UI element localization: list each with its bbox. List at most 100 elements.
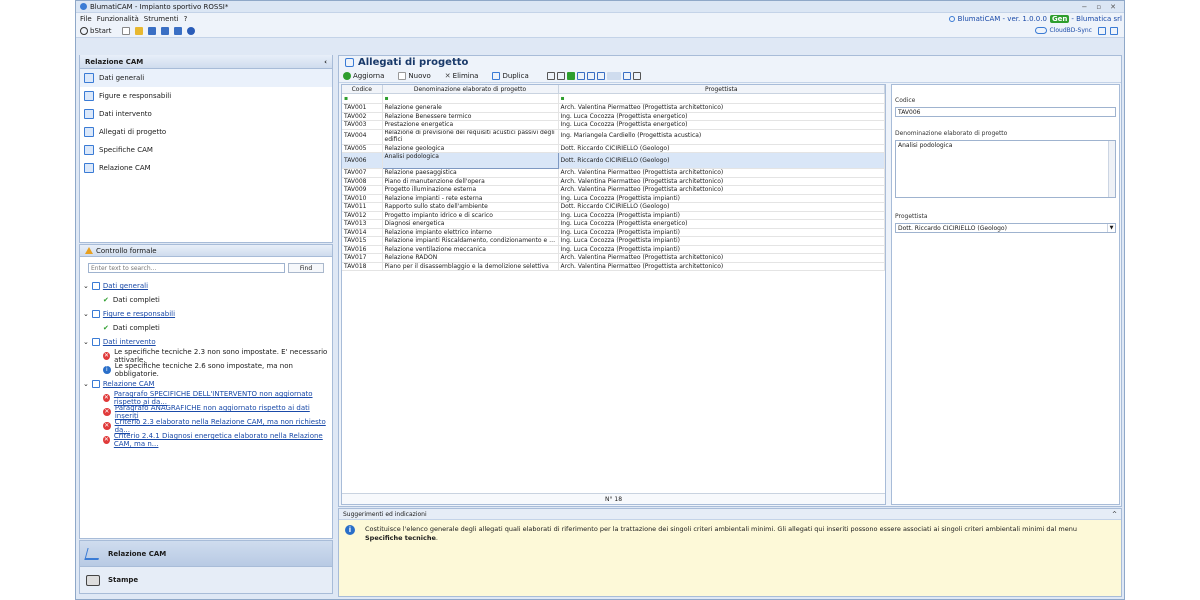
cell-codice[interactable]: TAV012: [342, 211, 383, 220]
sidebar-item-2[interactable]: Dati intervento: [80, 105, 332, 123]
check-group-title[interactable]: Figure e responsabili: [103, 310, 175, 318]
close-button[interactable]: ✕: [1110, 3, 1116, 11]
chevron-up-icon[interactable]: ^: [1112, 511, 1117, 518]
col-header-denominazione[interactable]: Denominazione elaborato di progetto: [382, 85, 559, 94]
filter-cell-codice[interactable]: ▪︎: [342, 93, 383, 104]
cell-codice[interactable]: TAV018: [342, 262, 383, 271]
cell-progettista[interactable]: Ing. Luca Cocozza (Progettista energetic…: [558, 120, 885, 130]
maximize-button[interactable]: ▫: [1096, 3, 1101, 11]
cell-progettista[interactable]: Dott. Riccardo CICIRIELLO (Geologo): [558, 144, 885, 153]
table-row[interactable]: TAV013 Diagnosi energetica Ing. Luca Cocoz…: [342, 219, 885, 229]
check-item-text[interactable]: Criterio 2.4.1 Diagnosi energetica elabo…: [114, 432, 332, 448]
cell-denominazione[interactable]: Analisi podologica: [381, 152, 559, 169]
table-row[interactable]: TAV012 Progetto impianto idrico e di scar…: [342, 211, 885, 220]
expand-icon[interactable]: ⌄: [83, 310, 89, 318]
check-item[interactable]: ✕ Criterio 2.3 elaborato nella Relazione …: [83, 418, 332, 434]
table-row[interactable]: TAV011 Rapporto sullo stato dell'ambiente…: [342, 202, 885, 212]
cell-codice[interactable]: TAV002: [342, 112, 383, 121]
grid-icon[interactable]: [576, 71, 585, 80]
cell-denominazione[interactable]: Relazione generale: [382, 103, 559, 113]
cell-codice[interactable]: TAV017: [342, 253, 383, 263]
col-header-codice[interactable]: Codice: [342, 85, 383, 94]
open-folder-icon[interactable]: [134, 26, 143, 35]
cell-denominazione[interactable]: Relazione RADON: [382, 253, 559, 263]
table-row[interactable]: TAV017 Relazione RADON Arch. Valentina Pie…: [342, 253, 885, 263]
bottom-nav-stampe[interactable]: Stampe: [79, 567, 333, 594]
cell-codice[interactable]: TAV009: [342, 185, 383, 195]
cell-denominazione[interactable]: Prestazione energetica: [382, 120, 559, 130]
expand-icon[interactable]: ⌄: [83, 338, 89, 346]
check-item[interactable]: ✕ Paragrafo ANAGRAFICHE non aggiornato ri…: [83, 404, 332, 420]
cloud-sync-label[interactable]: CloudBD-Sync: [1049, 27, 1092, 34]
preview-icon[interactable]: [622, 71, 631, 80]
table-row[interactable]: TAV006 Analisi podologica Dott. Riccardo C…: [342, 152, 885, 169]
cell-denominazione[interactable]: Diagnosi energetica: [382, 219, 559, 229]
cell-denominazione[interactable]: Relazione ventilazione meccanica: [382, 245, 559, 254]
filter-cell-denominazione[interactable]: ▪︎: [382, 93, 559, 104]
table-row[interactable]: TAV008 Piano di manutenzione dell'opera Ar…: [342, 177, 885, 186]
cell-progettista[interactable]: Ing. Luca Cocozza (Progettista impianti): [558, 194, 885, 203]
sidebar-item-3[interactable]: Allegati di progetto: [80, 123, 332, 141]
cell-progettista[interactable]: Ing. Mariangela Cardiello (Progettista a…: [558, 129, 885, 145]
table-row[interactable]: TAV002 Relazione Benessere termico Ing. Lu…: [342, 112, 885, 121]
find-icon[interactable]: [546, 71, 555, 80]
bstart-button[interactable]: bStart: [80, 26, 112, 35]
chevron-down-icon[interactable]: ▼: [1107, 224, 1115, 232]
cell-denominazione[interactable]: Rapporto sullo stato dell'ambiente: [382, 202, 559, 212]
check-group[interactable]: ⌄ Dati intervento: [83, 335, 332, 349]
cell-progettista[interactable]: Arch. Valentina Piermatteo (Progettista …: [558, 253, 885, 263]
excel-export-icon[interactable]: [566, 71, 575, 80]
codice-field[interactable]: TAV006: [895, 107, 1116, 117]
check-item[interactable]: ✕ Paragrafo SPECIFICHE DELL'INTERVENTO no…: [83, 390, 332, 406]
elimina-button[interactable]: ✕ Elimina: [445, 72, 486, 80]
table-row[interactable]: TAV015 Relazione impianti Riscaldamento, …: [342, 236, 885, 246]
print-icon[interactable]: [632, 71, 641, 80]
duplica-button[interactable]: Duplica: [492, 71, 535, 80]
nuovo-button[interactable]: Nuovo: [398, 71, 437, 80]
table-row[interactable]: TAV004 Relazione di previsione dei requis…: [342, 129, 885, 145]
cell-denominazione[interactable]: Relazione di previsione dei requisiti ac…: [382, 129, 559, 145]
expand-icon[interactable]: ⌄: [83, 282, 89, 290]
table-row[interactable]: TAV009 Progetto illuminazione esterna Arch…: [342, 185, 885, 195]
sidebar-item-1[interactable]: Figure e responsabili: [80, 87, 332, 105]
cell-progettista[interactable]: Dott. Riccardo CICIRIELLO (Geologo): [558, 152, 885, 169]
cell-codice[interactable]: TAV003: [342, 120, 383, 130]
cell-progettista[interactable]: Arch. Valentina Piermatteo (Progettista …: [558, 103, 885, 113]
cell-codice[interactable]: TAV015: [342, 236, 383, 246]
menu-file[interactable]: File: [80, 15, 92, 23]
check-search-input[interactable]: Enter text to search...: [88, 263, 285, 273]
cell-denominazione[interactable]: Piano per il disassemblaggio e la demoli…: [382, 262, 559, 271]
cell-codice[interactable]: TAV005: [342, 144, 383, 153]
filter-cell-progettista[interactable]: ▪︎: [558, 93, 885, 104]
cell-progettista[interactable]: Arch. Valentina Piermatteo (Progettista …: [558, 168, 885, 178]
save-all-icon[interactable]: [173, 26, 182, 35]
filter-icon[interactable]: [556, 71, 565, 80]
table-row[interactable]: TAV005 Relazione geologica Dott. Riccardo …: [342, 144, 885, 153]
table-row[interactable]: TAV003 Prestazione energetica Ing. Luca Co…: [342, 120, 885, 130]
collapse-button[interactable]: ‹: [324, 55, 327, 69]
cell-progettista[interactable]: Arch. Valentina Piermatteo (Progettista …: [558, 177, 885, 186]
layout-icon[interactable]: [1098, 26, 1106, 35]
col-header-progettista[interactable]: Progettista: [558, 85, 885, 94]
table-row[interactable]: TAV014 Relazione impianto elettrico inter…: [342, 228, 885, 237]
save-icon[interactable]: [147, 26, 156, 35]
table-row[interactable]: TAV007 Relazione paesaggistica Arch. Valen…: [342, 168, 885, 178]
check-group-title[interactable]: Relazione CAM: [103, 380, 155, 388]
cell-progettista[interactable]: Ing. Luca Cocozza (Progettista impianti): [558, 211, 885, 220]
cloud-icon[interactable]: [1035, 27, 1048, 34]
cell-codice[interactable]: TAV004: [342, 129, 383, 145]
table-row[interactable]: TAV010 Relazione impianti - rete esterna I…: [342, 194, 885, 203]
cell-codice[interactable]: TAV014: [342, 228, 383, 237]
expand-icon[interactable]: ⌄: [83, 380, 89, 388]
grid-rows-icon[interactable]: [596, 71, 605, 80]
cell-codice[interactable]: TAV013: [342, 219, 383, 229]
sidebar-item-5[interactable]: Relazione CAM: [80, 159, 332, 177]
cell-denominazione[interactable]: Relazione impianti - rete esterna: [382, 194, 559, 203]
help-icon[interactable]: [186, 26, 195, 35]
cell-denominazione[interactable]: Piano di manutenzione dell'opera: [382, 177, 559, 186]
cell-denominazione[interactable]: Relazione paesaggistica: [382, 168, 559, 178]
cell-denominazione[interactable]: Relazione impianto elettrico interno: [382, 228, 559, 237]
bottom-nav-relazione[interactable]: Relazione CAM: [79, 540, 333, 567]
aggiorna-button[interactable]: Aggiorna: [343, 71, 391, 80]
cell-codice[interactable]: TAV011: [342, 202, 383, 212]
